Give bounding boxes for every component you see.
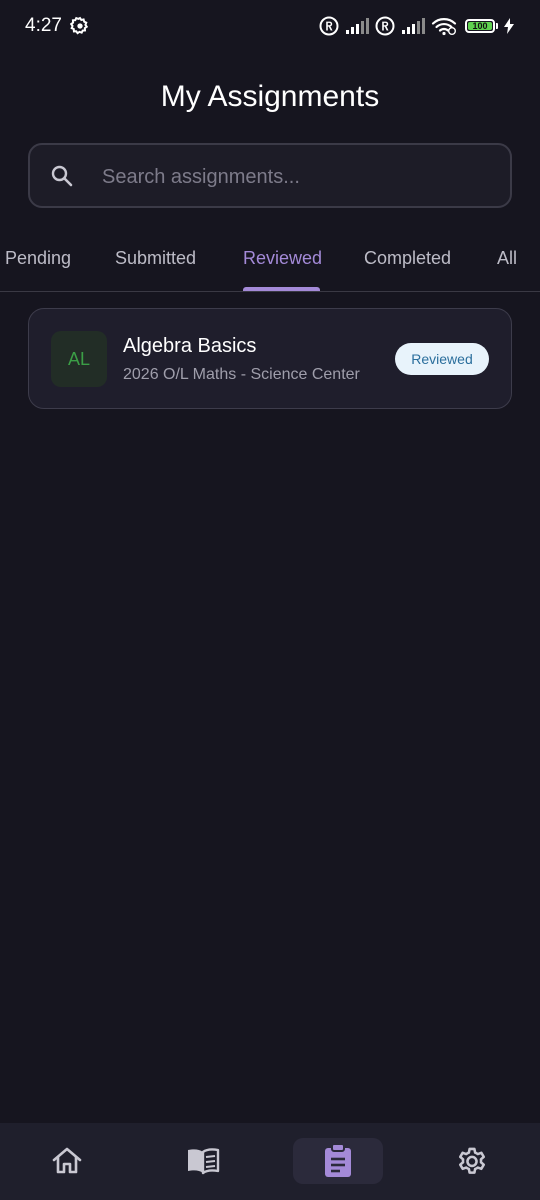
battery-icon: 100 bbox=[465, 19, 495, 33]
tab-submitted[interactable]: Submitted bbox=[115, 248, 196, 269]
tab-pending[interactable]: Pending bbox=[5, 248, 71, 269]
registered-icon bbox=[319, 16, 339, 36]
battery-level: 100 bbox=[472, 21, 488, 31]
status-time: 4:27 bbox=[25, 15, 62, 36]
gear-icon bbox=[70, 16, 89, 35]
nav-courses[interactable] bbox=[158, 1138, 248, 1184]
gear-icon bbox=[458, 1147, 486, 1174]
assignment-card[interactable]: AL Algebra Basics 2026 O/L Maths - Scien… bbox=[28, 308, 512, 409]
search-icon bbox=[51, 165, 73, 187]
clipboard-icon bbox=[325, 1143, 351, 1177]
registered-icon bbox=[375, 16, 395, 36]
tab-all[interactable]: All bbox=[497, 248, 517, 269]
bottom-nav bbox=[0, 1123, 540, 1200]
book-icon bbox=[188, 1148, 220, 1175]
battery-cap bbox=[496, 23, 498, 29]
nav-settings[interactable] bbox=[427, 1138, 517, 1184]
assignment-subtitle: 2026 O/L Maths - Science Center bbox=[123, 366, 360, 383]
signal-icon bbox=[346, 18, 369, 34]
status-icons: 100 bbox=[319, 16, 514, 36]
status-bar: 4:27 100 bbox=[0, 0, 540, 52]
search-box[interactable] bbox=[28, 143, 512, 208]
status-badge: Reviewed bbox=[395, 343, 489, 375]
signal-icon bbox=[402, 18, 425, 34]
tab-completed[interactable]: Completed bbox=[364, 248, 451, 269]
tab-indicator bbox=[243, 287, 320, 291]
charging-icon bbox=[504, 18, 514, 34]
tab-bar: Pending Submitted Reviewed Completed All bbox=[0, 240, 540, 292]
nav-home[interactable] bbox=[22, 1138, 112, 1184]
nav-assignments[interactable] bbox=[293, 1138, 383, 1184]
tab-reviewed[interactable]: Reviewed bbox=[243, 248, 322, 269]
page-title: My Assignments bbox=[160, 80, 380, 113]
assignment-title: Algebra Basics bbox=[123, 335, 257, 357]
home-icon bbox=[52, 1147, 82, 1174]
assignment-avatar: AL bbox=[51, 331, 107, 387]
search-input[interactable] bbox=[100, 159, 494, 195]
wifi-icon bbox=[431, 18, 457, 36]
